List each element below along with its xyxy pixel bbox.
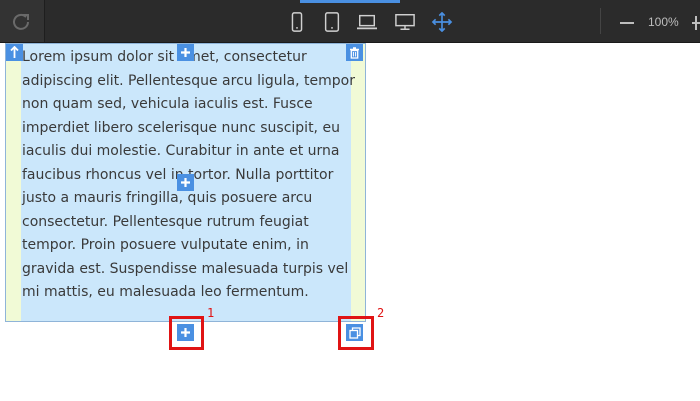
desktop-icon[interactable]: [393, 12, 417, 32]
delete-icon: [350, 46, 359, 59]
annotation-number-2: 2: [377, 306, 385, 320]
add-icon: [181, 178, 190, 187]
annotation-box-1: [169, 316, 204, 350]
zoom-out-button[interactable]: [620, 22, 634, 24]
move-arrows-icon[interactable]: [431, 12, 453, 32]
redo-button[interactable]: [0, 0, 45, 42]
phone-portrait-icon[interactable]: [289, 12, 305, 32]
add-icon: [181, 48, 190, 57]
top-toolbar: 100%: [0, 0, 700, 43]
zoom-level: 100%: [648, 15, 679, 29]
move-up-button[interactable]: [6, 44, 23, 61]
active-indicator: [300, 0, 400, 3]
delete-block-button[interactable]: [346, 44, 363, 61]
laptop-icon[interactable]: [355, 12, 379, 32]
add-block-top-button[interactable]: [177, 44, 194, 61]
add-inside-button[interactable]: [177, 174, 194, 191]
redo-arrow-icon: [13, 13, 29, 30]
zoom-separator: [600, 8, 601, 34]
annotation-number-1: 1: [207, 306, 215, 320]
tablet-portrait-icon[interactable]: [323, 12, 341, 32]
zoom-in-button-v[interactable]: [695, 16, 697, 30]
move-up-icon: [10, 46, 19, 58]
annotation-box-2: [338, 316, 374, 350]
